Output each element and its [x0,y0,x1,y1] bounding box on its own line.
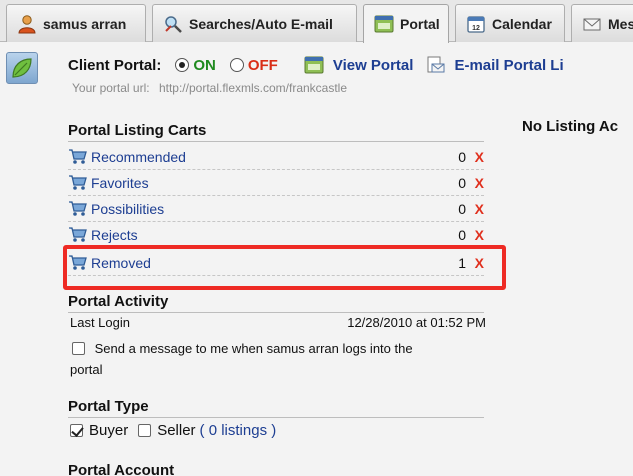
notify-login-text-cont: portal [70,362,103,377]
portal-on-radio[interactable] [175,58,190,72]
portal-url: http://portal.flexmls.com/frankcastle [158,81,348,95]
map-leaf-icon [12,58,32,78]
view-portal-icon[interactable] [304,56,324,74]
tab-label: Portal [400,16,440,32]
remove-cart-button[interactable]: X [470,227,484,243]
last-login-label: Last Login [70,315,130,330]
tab-contact[interactable]: samus arran [6,4,146,42]
portal-type-row: Buyer Seller ( 0 listings ) [70,422,276,439]
cart-count: 0 [458,226,466,243]
email-portal-link[interactable]: E-mail Portal Li [454,57,563,74]
cart-count: 0 [458,148,466,165]
notify-login-checkbox[interactable] [72,342,85,355]
cart-icon [69,227,87,242]
remove-cart-button[interactable]: X [470,149,484,165]
cart-icon [69,175,87,190]
notify-login-row-cont: portal [70,360,103,380]
portal-section-icon [6,52,38,84]
cart-label[interactable]: Favorites [91,175,458,191]
portal-icon [374,15,394,33]
seller-listings-link[interactable]: ( 0 listings ) [200,422,277,439]
notify-login-row: Send a message to me when samus arran lo… [72,339,413,359]
tab-calendar[interactable]: 12 Calendar [455,4,565,42]
removed-cart-highlight [63,245,506,290]
remove-cart-button[interactable]: X [470,201,484,217]
cart-icon [69,201,87,216]
cart-count: 0 [458,200,466,217]
seller-checkbox[interactable] [138,424,152,437]
portal-panel: Client Portal: ON OFF View Portal E-mail… [0,42,633,476]
portal-url-row: Your portal url: http://portal.flexmls.c… [72,81,347,95]
buyer-label: Buyer [89,422,129,439]
envelope-icon [583,18,601,30]
no-listing-activity-heading: No Listing Ac [522,118,619,135]
cart-label[interactable]: Recommended [91,149,458,165]
cart-label[interactable]: Rejects [91,227,458,243]
buyer-checkbox[interactable] [70,424,83,437]
tab-messages[interactable]: Mes [571,4,633,42]
last-login-row: Last Login 12/28/2010 at 01:52 PM [70,315,486,330]
last-login-value: 12/28/2010 at 01:52 PM [347,315,486,330]
client-portal-row: Client Portal: ON OFF View Portal E-mail… [68,54,564,76]
tab-label: Mes [608,15,633,32]
cart-row-favorites[interactable]: Favorites 0 X [68,170,484,196]
portal-off-radio[interactable] [229,58,244,72]
svg-text:12: 12 [472,25,480,32]
view-portal-link[interactable]: View Portal [333,57,414,74]
tab-label: Searches/Auto E-mail [189,15,333,32]
user-icon [18,14,36,33]
tab-searches[interactable]: Searches/Auto E-mail [152,4,357,42]
portal-on-label[interactable]: ON [193,57,216,74]
client-portal-label: Client Portal: [68,56,162,74]
cart-label[interactable]: Possibilities [91,201,458,217]
cart-row-possibilities[interactable]: Possibilities 0 X [68,196,484,222]
cart-icon [69,149,87,164]
portal-off-label[interactable]: OFF [248,57,278,74]
listing-carts-heading: Portal Listing Carts [68,122,484,142]
search-tools-icon [165,15,182,33]
notify-login-text: Send a message to me when samus arran lo… [94,341,413,356]
portal-activity-heading: Portal Activity [68,293,484,313]
tab-label: samus arran [43,15,127,32]
email-portal-icon[interactable] [425,56,445,74]
cart-count: 0 [458,174,466,191]
tab-label: Calendar [492,15,552,32]
tab-bar: samus arran Searches/Auto E-mail Portal … [0,0,633,43]
calendar-icon: 12 [467,15,485,33]
portal-type-heading: Portal Type [68,398,484,418]
tab-portal[interactable]: Portal [363,4,449,43]
portal-url-label: Your portal url: [72,81,150,95]
seller-label: Seller [157,422,196,439]
remove-cart-button[interactable]: X [470,175,484,191]
cart-row-recommended[interactable]: Recommended 0 X [68,144,484,170]
portal-account-heading: Portal Account [68,462,175,476]
